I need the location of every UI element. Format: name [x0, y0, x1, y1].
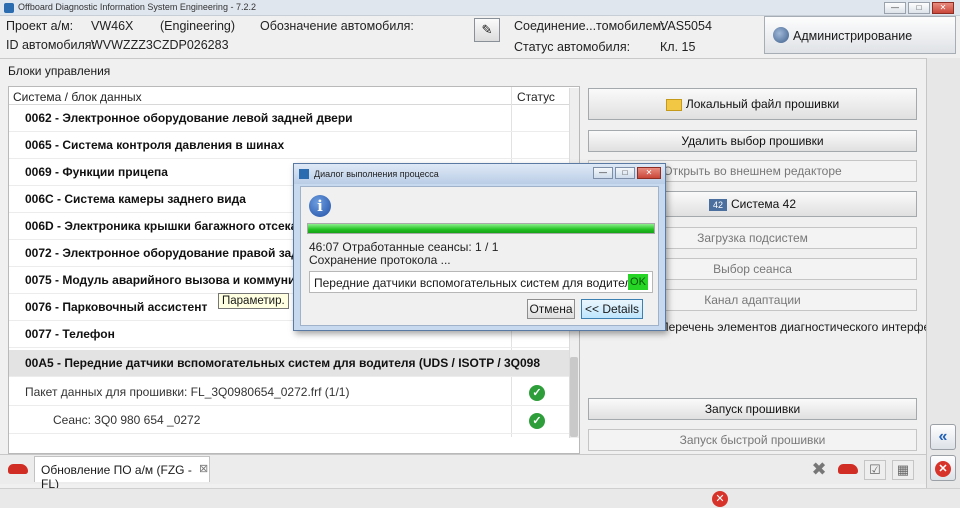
system-42-icon: 42 — [708, 198, 727, 211]
dialog-message: Передние датчики вспомогательных систем … — [314, 276, 638, 290]
dialog-time-line: 46:07 Отработанные сеансы: 1 / 1 — [309, 240, 499, 254]
car-icon[interactable] — [8, 464, 28, 474]
pencil-icon: ✎ — [481, 22, 493, 37]
project-value: VW46X — [91, 19, 134, 33]
check-circle-icon: ✓ — [529, 413, 545, 429]
dialog-minimize-button[interactable]: — — [593, 167, 613, 179]
maximize-button[interactable]: □ — [908, 2, 930, 14]
tree-row-session[interactable]: Сеанс: 3Q0 980 654 _0272 — [9, 407, 569, 434]
window-title: Offboard Diagnostic Information System E… — [18, 2, 256, 12]
vehicle-id-value: WVWZZZ3CZDP026283 — [91, 38, 229, 52]
project-mode: (Engineering) — [160, 19, 236, 33]
folder-icon — [665, 98, 682, 111]
checklist-icon[interactable]: ☑ — [864, 460, 886, 480]
interface-list-label[interactable]: Перечень элементов диагностического инте… — [660, 320, 950, 334]
cancel-button[interactable]: Отмена — [527, 299, 575, 319]
status-bar — [0, 488, 960, 508]
vehicle-id-label: ID автомобиля: — [6, 38, 96, 52]
vehicle-status-label: Статус автомобиля: — [514, 40, 631, 54]
dialog-body: i 46:07 Отработанные сеансы: 1 / 1 Сохра… — [300, 186, 659, 326]
window-titlebar: Offboard Diagnostic Information System E… — [0, 0, 960, 16]
project-label: Проект а/м: — [6, 19, 74, 33]
grid-icon[interactable]: ▦ — [892, 460, 914, 480]
connection-value: VAS5054 — [660, 19, 712, 33]
ok-status-badge: OK — [628, 274, 648, 290]
delete-flash-selection-button[interactable]: Удалить выбор прошивки — [588, 130, 917, 152]
progress-fill — [308, 224, 654, 233]
details-button[interactable]: << Details — [581, 299, 643, 319]
tree-scrollbar-thumb[interactable] — [570, 357, 578, 437]
edit-designation-button[interactable]: ✎ — [474, 18, 500, 42]
control-units-label: Блоки управления — [8, 64, 111, 78]
tree-header: Система / блок данных Статус — [9, 87, 579, 105]
close-window-button[interactable]: ✕ — [932, 2, 954, 14]
admin-icon — [773, 27, 789, 43]
check-circle-icon: ✓ — [529, 385, 545, 401]
dialog-app-icon — [299, 169, 309, 179]
connection-label: Соединение...томобилем: — [514, 19, 665, 33]
info-icon: i — [309, 195, 331, 217]
app-icon — [4, 3, 14, 13]
vehicle-status-value: Кл. 15 — [660, 40, 696, 54]
dialog-status-line: Сохранение протокола ... — [309, 253, 451, 267]
header-divider — [0, 58, 926, 59]
column-status[interactable]: Статус — [517, 90, 555, 104]
dialog-maximize-button[interactable]: □ — [615, 167, 635, 179]
tooltip: Параметир. — [218, 293, 289, 309]
start-fast-flash-button[interactable]: Запуск быстрой прошивки — [588, 429, 917, 451]
tab-flash-update[interactable]: Обновление ПО а/м (FZG - FL) ⊠ — [34, 456, 210, 491]
dialog-title: Диалог выполнения процесса — [314, 169, 439, 179]
tree-row-flash-package[interactable]: Пакет данных для прошивки: FL_3Q0980654_… — [9, 379, 569, 406]
minimize-button[interactable]: — — [884, 2, 906, 14]
progress-bar — [307, 223, 655, 234]
cancel-tool-icon[interactable]: ✖ — [808, 460, 830, 480]
error-circle-icon[interactable]: ✕ — [930, 455, 956, 481]
tree-row[interactable]: 0065 - Система контроля давления в шинах — [9, 132, 569, 159]
dialog-message-box: Передние датчики вспомогательных систем … — [309, 271, 653, 293]
administration-label: Администрирование — [793, 29, 913, 43]
start-flash-button[interactable]: Запуск прошивки — [588, 398, 917, 420]
vehicle-designation-label: Обозначение автомобиля: — [260, 19, 414, 33]
collapse-arrows-icon[interactable]: « — [930, 424, 956, 450]
process-dialog: Диалог выполнения процесса — □ ✕ i 46:07… — [293, 163, 666, 331]
tree-row-selected[interactable]: 00A5 - Передние датчики вспомогательных … — [9, 350, 569, 377]
close-tab-icon[interactable]: ⊠ — [199, 462, 208, 475]
column-system[interactable]: Система / блок данных — [13, 90, 142, 104]
error-status-icon[interactable]: ✕ — [712, 491, 728, 507]
dialog-close-button[interactable]: ✕ — [637, 167, 661, 179]
dialog-titlebar: Диалог выполнения процесса — □ ✕ — [294, 164, 665, 184]
administration-button[interactable]: Администрирование — [764, 16, 956, 54]
local-flash-file-button[interactable]: Локальный файл прошивки — [588, 88, 917, 120]
tree-row[interactable]: 0062 - Электронное оборудование левой за… — [9, 105, 569, 132]
car-diagnosis-icon[interactable] — [838, 464, 858, 474]
